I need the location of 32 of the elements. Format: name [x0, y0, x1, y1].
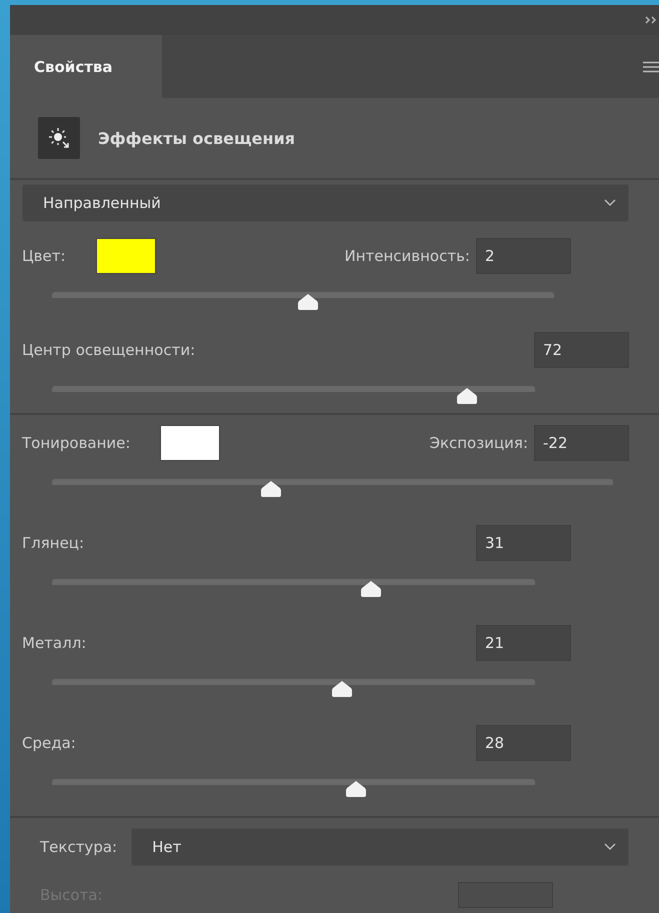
slider-thumb[interactable]: [330, 680, 353, 698]
field-label: Тонирование:: [22, 434, 130, 452]
texture-label: Текстура:: [40, 838, 118, 856]
slider-thumb[interactable]: [260, 480, 282, 498]
color-swatch[interactable]: [96, 238, 156, 274]
field-label: Экспозиция:: [429, 434, 528, 452]
slider-thumb[interactable]: [297, 293, 320, 311]
light-icon: [38, 117, 80, 159]
chevron-icon: [604, 199, 616, 207]
chevron-icon: [604, 843, 616, 851]
value-field[interactable]: 21: [476, 625, 571, 661]
light-type-dropdown[interactable]: Направленный: [22, 184, 629, 222]
field-label: Металл:: [22, 634, 86, 652]
color-swatch[interactable]: [160, 425, 220, 461]
panel-title: Эффекты освещения: [98, 128, 296, 148]
menu-icon[interactable]: [643, 61, 659, 73]
slider-thumb[interactable]: [345, 780, 368, 798]
slider-thumb[interactable]: [360, 580, 382, 598]
value-field[interactable]: 72: [534, 332, 629, 368]
value-field[interactable]: 2: [476, 238, 571, 274]
texture-dropdown[interactable]: Нет: [131, 828, 629, 866]
value-field[interactable]: 31: [476, 525, 571, 561]
panel-tab[interactable]: Свойства: [10, 35, 162, 98]
slider-thumb[interactable]: [456, 387, 478, 405]
value-field[interactable]: -22: [534, 425, 629, 461]
field-label: Центр освещенности:: [22, 341, 196, 359]
field-label: Интенсивность:: [344, 247, 470, 265]
field-label: Глянец:: [22, 534, 84, 552]
value-field[interactable]: 28: [476, 725, 571, 761]
field-label: Цвет:: [22, 247, 66, 265]
field-label: Среда:: [22, 734, 76, 752]
collapse-icon[interactable]: [645, 16, 659, 24]
